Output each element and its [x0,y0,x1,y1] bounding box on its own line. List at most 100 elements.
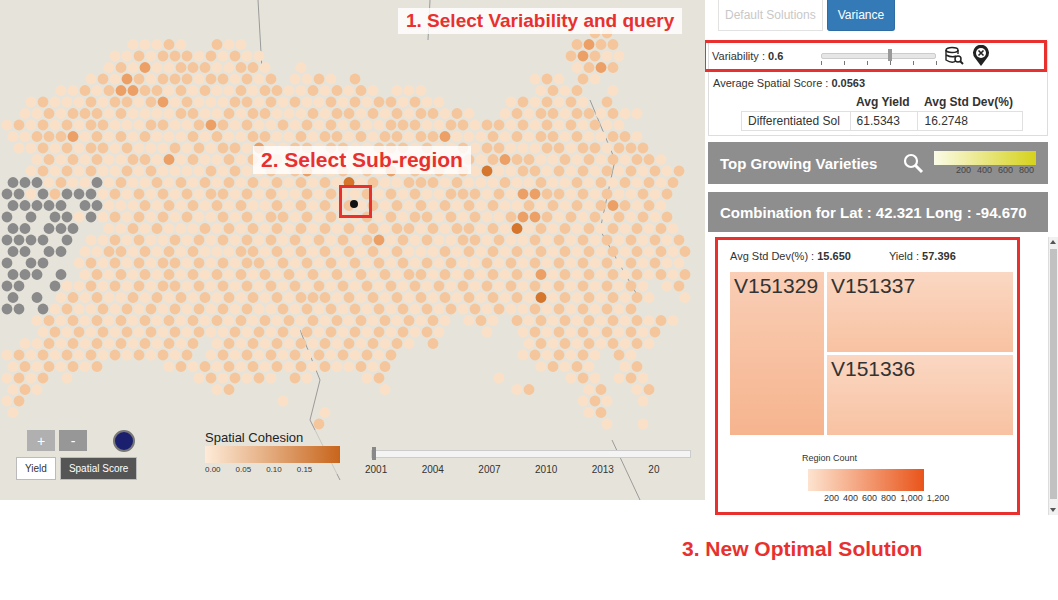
map-cell [308,315,319,326]
search-icon[interactable] [902,152,924,174]
avg-value: 0.0563 [831,77,865,89]
map-pin-clear-icon[interactable] [972,45,990,67]
database-search-icon[interactable] [944,46,964,66]
map-cell [170,281,181,292]
map-cell [68,85,79,96]
map-cell [632,154,643,165]
slider-handle[interactable] [888,49,892,61]
map-cell [620,338,631,349]
tab[interactable]: Default Solutions [718,0,823,31]
timeline-track[interactable] [371,450,691,458]
map-cell [314,120,325,131]
treemap-cell[interactable]: V151337 [827,272,1013,352]
map-cell [602,143,613,154]
map-cell [524,246,535,257]
map-cell [116,269,127,280]
map-cell [260,177,271,188]
map-cell [578,235,589,246]
map-cell [368,85,379,96]
map-cell [62,304,73,315]
map-cell [548,131,559,142]
layer-button-label[interactable]: Spatial Score [69,463,128,474]
map-cell [530,189,541,200]
map-cell [110,51,121,62]
map-cell [68,315,79,326]
map-cell [188,200,199,211]
map-cell [62,350,73,361]
tab[interactable]: Variance [827,0,895,31]
map-cell [392,177,403,188]
std-value: 15.650 [817,250,851,262]
map-cell [134,304,145,315]
map-cell [548,315,559,326]
map-cell [194,189,205,200]
layer-button[interactable]: Yield [16,457,56,480]
map-cell [272,200,283,211]
map-cell [614,350,625,361]
map-cell [254,281,265,292]
map-cell [332,338,343,349]
map-cell [674,166,685,177]
map-cell [632,315,643,326]
scroll-down-arrow-icon[interactable] [1050,508,1056,512]
map-cell [182,97,193,108]
map-cell [476,177,487,188]
map-cell [554,120,565,131]
layer-button-label[interactable]: Yield [25,463,47,474]
map-cell [56,85,67,96]
map-cell [260,315,271,326]
map-cell [122,258,133,269]
map-cell [560,200,571,211]
legend-tick: 0.10 [266,465,282,474]
map-cell [464,131,475,142]
map-cell [488,131,499,142]
scrollbar[interactable] [1048,237,1058,515]
map-cell [596,131,607,142]
map-cell [620,200,631,211]
map-cell [218,51,229,62]
scroll-thumb[interactable] [1050,249,1057,499]
map-cell [398,304,409,315]
map-cell [308,246,319,257]
timeline-handle[interactable] [372,447,376,460]
map-cell [392,131,403,142]
map-cell [620,292,631,303]
map-cell [212,62,223,73]
top-growing-bar[interactable]: Top Growing Varieties200400600800 [708,142,1048,184]
map-cell [356,108,367,119]
map-cell [194,281,205,292]
treemap-cell[interactable]: V151336 [827,355,1013,435]
map-cell [8,223,19,234]
table-row[interactable]: Differentiated Sol61.534316.2748 [742,112,1023,131]
zoom-out-button[interactable]: - [59,430,87,451]
map-cell [362,120,373,131]
map-cell [638,235,649,246]
summary-table: Avg YieldAvg Std Dev(%)Differentiated So… [741,93,1023,131]
map-cell [50,189,61,200]
timeline[interactable]: 2001200420072010201320 [365,450,705,475]
map-cell [674,258,685,269]
map-cell [560,131,571,142]
treemap-cell[interactable]: V151329 [730,272,824,435]
timeline-ticks: 2001200420072010201320 [365,464,705,475]
map-cell [482,327,493,338]
map-cell [20,269,31,280]
zoom-in-button[interactable]: + [27,430,55,451]
map-cell [548,85,559,96]
variability-slider[interactable] [821,49,936,63]
legend-tick: 0.00 [205,465,221,474]
map-cell [128,62,139,73]
map-cell [224,269,235,280]
map-cell [320,131,331,142]
map-cell [380,338,391,349]
map-cell [20,177,31,188]
map[interactable]: +-YieldSpatial ScoreSpatial Cohesion0.00… [0,0,705,500]
scroll-up-arrow-icon[interactable] [1050,240,1056,244]
location-dot-icon[interactable] [113,430,135,452]
layer-button[interactable]: Spatial Score [60,457,137,480]
map-cell [440,200,451,211]
map-cell [602,189,613,200]
map-cell [626,304,637,315]
map-cell [590,74,601,85]
map-cell [356,223,367,234]
